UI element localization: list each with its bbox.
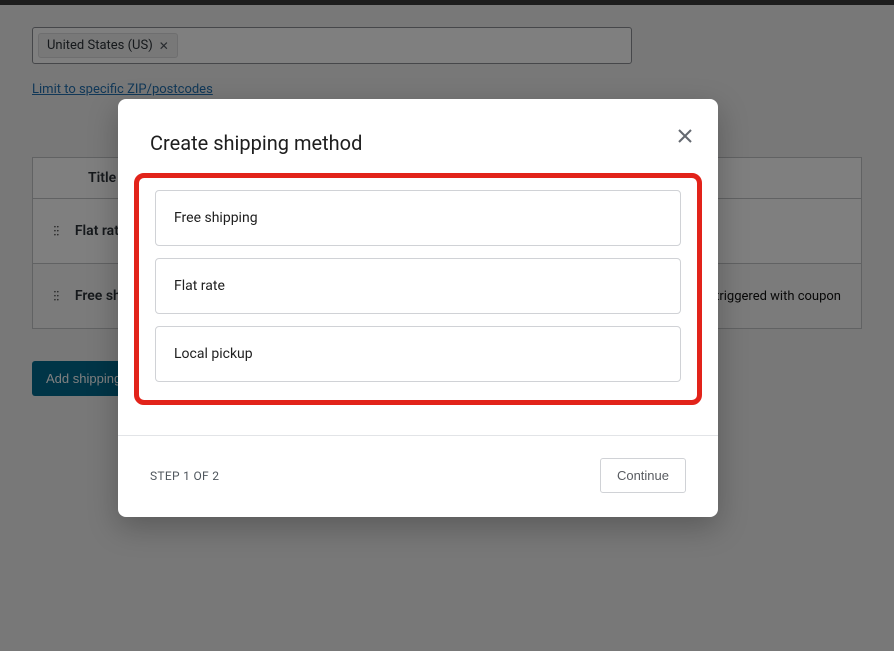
- option-flat-rate[interactable]: Flat rate: [155, 258, 681, 314]
- continue-button[interactable]: Continue: [600, 458, 686, 493]
- create-shipping-method-modal: Create shipping method Free shipping Fla…: [118, 99, 718, 517]
- shipping-method-options-highlight: Free shipping Flat rate Local pickup: [134, 173, 702, 405]
- modal-title: Create shipping method: [150, 131, 686, 155]
- step-indicator: STEP 1 OF 2: [150, 469, 219, 483]
- close-icon[interactable]: [674, 125, 696, 147]
- option-local-pickup[interactable]: Local pickup: [155, 326, 681, 382]
- option-free-shipping[interactable]: Free shipping: [155, 190, 681, 246]
